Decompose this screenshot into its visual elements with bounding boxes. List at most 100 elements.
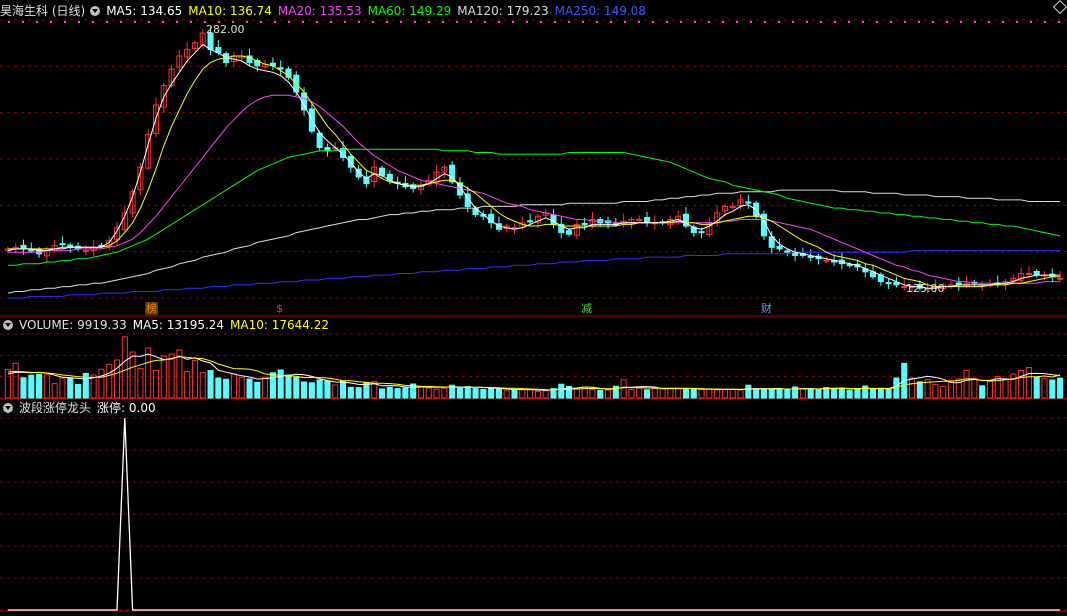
volume-bar	[67, 377, 74, 399]
volume-bar	[464, 386, 471, 399]
chart-root: { "header": { "stock_name": "昊海生科 (日线)",…	[0, 0, 1067, 616]
stock-name: 昊海生科 (日线)	[0, 4, 86, 18]
volume-bar	[285, 374, 292, 399]
volume-bar	[573, 388, 580, 399]
expand-toggle-icon[interactable]	[3, 403, 13, 413]
top-marker-dot	[78, 21, 80, 23]
candle-body	[28, 249, 35, 252]
top-marker-dot	[1044, 21, 1046, 23]
volume-bar	[106, 363, 113, 399]
event-marker-bang[interactable]: 榜	[145, 302, 158, 315]
top-marker-dot	[246, 21, 248, 23]
expand-toggle-icon[interactable]	[3, 320, 13, 330]
top-marker-dot	[414, 21, 416, 23]
volume-bar	[215, 377, 222, 399]
volume-bar	[207, 370, 214, 399]
volume-bar	[527, 388, 534, 399]
candle-body	[82, 250, 89, 253]
volume-bar	[20, 377, 27, 399]
event-marker-dollar[interactable]: $	[275, 302, 284, 315]
top-marker-dot	[820, 21, 822, 23]
volume-bar	[488, 387, 495, 399]
volume-bar	[706, 388, 713, 399]
top-marker-dot	[386, 21, 388, 23]
ma10-value: MA10: 136.74	[188, 4, 272, 18]
volume-bar	[947, 380, 955, 399]
volume-bar	[940, 386, 947, 399]
top-marker-dot	[1002, 21, 1004, 23]
top-marker-dot	[428, 21, 430, 23]
top-marker-dot	[400, 21, 402, 23]
volume-bar	[316, 379, 323, 399]
volume-bar	[620, 379, 627, 399]
top-marker-dot	[736, 21, 738, 23]
volume-bar	[605, 389, 612, 399]
volume-bar	[815, 389, 822, 399]
volume-bar	[254, 381, 261, 399]
top-marker-dot	[554, 21, 556, 23]
candle-body	[1025, 272, 1032, 275]
volume-bar	[223, 378, 230, 399]
top-marker-dot	[176, 21, 178, 23]
volume-bar	[745, 384, 752, 399]
top-marker-dot	[624, 21, 626, 23]
candle-body	[59, 243, 66, 246]
top-marker-dot	[344, 21, 346, 23]
top-marker-dot	[750, 21, 752, 23]
volume-bar	[916, 381, 923, 399]
volume-bar	[129, 351, 136, 399]
ma250-line	[7, 250, 1061, 299]
volume-bar	[753, 388, 760, 399]
top-marker-dot	[526, 21, 528, 23]
volume-bar	[402, 387, 409, 399]
volume-bar	[417, 386, 425, 399]
candle-body	[277, 67, 284, 70]
candle-body	[1057, 277, 1064, 280]
candle-body	[846, 264, 853, 267]
volume-bar	[59, 377, 66, 399]
volume-bar	[121, 336, 128, 399]
event-marker-cai[interactable]: 财	[760, 302, 773, 315]
volume-bar	[36, 373, 43, 399]
top-marker-dot	[302, 21, 304, 23]
top-marker-dot	[792, 21, 794, 23]
top-marker-dot	[596, 21, 598, 23]
volume-bar	[714, 389, 721, 399]
expand-toggle-icon[interactable]	[90, 6, 101, 16]
top-marker-dot	[960, 21, 962, 23]
volume-bar	[43, 374, 50, 399]
candle-body	[527, 220, 534, 223]
top-marker-dot	[1030, 21, 1032, 23]
volume-bar	[831, 388, 838, 399]
volume-bar	[690, 388, 697, 399]
volume-bar	[184, 371, 191, 399]
volume-bar	[347, 386, 354, 399]
volume-bar	[456, 386, 463, 399]
top-marker-dot	[22, 21, 24, 23]
ma60-value: MA60: 149.29	[367, 4, 452, 18]
top-marker-dot	[610, 21, 612, 23]
top-marker-dot	[708, 21, 710, 23]
volume-bar	[503, 390, 510, 399]
volume-bar	[378, 388, 386, 399]
candle-body	[729, 205, 736, 208]
top-marker-dot	[1058, 21, 1060, 23]
volume-bar	[542, 390, 549, 399]
volume-bar	[659, 387, 666, 399]
volume-bar	[1010, 373, 1017, 399]
volume-bar	[737, 389, 744, 399]
ma20-value: MA20: 135.53	[277, 4, 362, 18]
event-marker-jian[interactable]: 减	[580, 302, 593, 315]
top-marker-dot	[64, 21, 66, 23]
volume-bar	[340, 380, 347, 399]
volume-bar	[511, 388, 518, 399]
volume-ma10-value: MA10: 17644.22	[230, 318, 329, 332]
volume-bar	[12, 362, 19, 399]
low-price-label: 125.00	[906, 282, 945, 295]
volume-bar	[784, 389, 791, 399]
candle-body	[378, 167, 386, 176]
top-marker-dot	[274, 21, 276, 23]
top-marker-dot	[568, 21, 570, 23]
top-marker-dot	[512, 21, 514, 23]
volume-bar	[799, 387, 806, 399]
